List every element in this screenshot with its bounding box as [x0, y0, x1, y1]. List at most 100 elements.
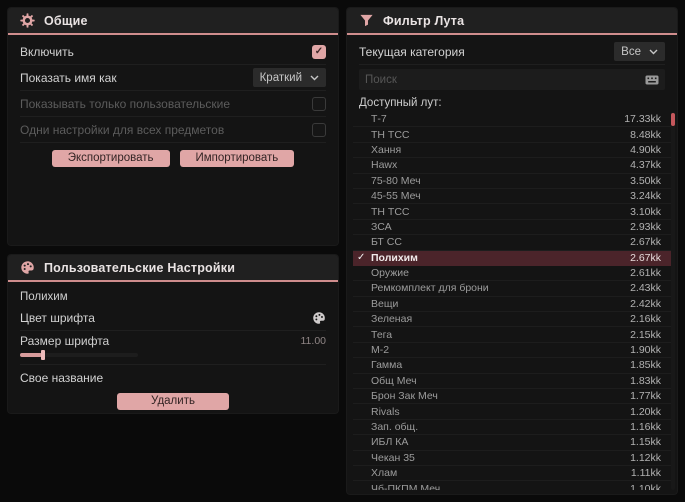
loot-item-value: 2.67kk	[630, 236, 661, 249]
custom-name-input[interactable]	[113, 368, 326, 388]
category-dropdown[interactable]: Все	[614, 42, 665, 61]
loot-row[interactable]: Т-7 17.33kk	[353, 112, 675, 128]
loot-item-name: Оружие	[371, 267, 409, 280]
loot-item-name: ЗСА	[371, 220, 392, 233]
panel-user-settings: Пользовательские Настройки Полихим Цвет …	[8, 255, 338, 413]
loot-item-value: 1.90kk	[630, 344, 661, 357]
panel-loot-filter-header: Фильтр Лута	[347, 8, 677, 35]
loot-row[interactable]: Чб-ПКПМ Меч 1.10kk	[353, 481, 675, 490]
loot-row[interactable]: ТН ТСС 8.48kk	[353, 127, 675, 143]
panel-user-settings-title: Пользовательские Настройки	[44, 260, 236, 275]
font-size-block: Размер шрифта 11.00	[20, 331, 326, 365]
loot-row[interactable]: Зап. общ. 1.16kk	[353, 420, 675, 436]
loot-item-value: 1.20kk	[630, 405, 661, 418]
loot-row[interactable]: Оружие 2.61kk	[353, 266, 675, 282]
chevron-down-icon	[649, 49, 658, 55]
font-color-label: Цвет шрифта	[20, 310, 95, 325]
loot-row[interactable]: Гамма 1.85kk	[353, 358, 675, 374]
loot-item-name: М-2	[371, 344, 390, 357]
row-only-custom: Показывать только пользовательские	[20, 91, 326, 117]
loot-row[interactable]: Вещи 2.42kk	[353, 297, 675, 313]
right-column: Фильтр Лута Текущая категория Все Поиск …	[347, 8, 677, 494]
loot-row[interactable]: Зеленая 2.16kk	[353, 312, 675, 328]
same-for-all-label: Одни настройки для всех предметов	[20, 122, 225, 137]
loot-item-value: 1.77kk	[630, 390, 661, 403]
loot-row[interactable]: Rivals 1.20kk	[353, 404, 675, 420]
panel-general-title: Общие	[44, 13, 88, 28]
loot-row[interactable]: 75-80 Меч 3.50kk	[353, 174, 675, 189]
loot-row[interactable]: Хлам 1.11kk	[353, 466, 675, 482]
loot-row[interactable]: М-2 1.90kk	[353, 343, 675, 359]
scrollbar-thumb[interactable]	[671, 113, 675, 126]
only-custom-checkbox	[312, 96, 326, 111]
same-for-all-checkbox	[312, 122, 326, 137]
loot-row[interactable]: ИБЛ КА 1.15kk	[353, 435, 675, 451]
loot-item-value: 1.16kk	[630, 421, 661, 433]
loot-item-name: Вещи	[371, 297, 399, 310]
loot-item-value: 1.83kk	[630, 374, 661, 387]
row-font-color: Цвет шрифта	[20, 305, 326, 331]
name-display-dropdown[interactable]: Краткий	[252, 68, 326, 87]
loot-row[interactable]: ТН ТСС 3.10kk	[353, 204, 675, 220]
font-size-value: 11.00	[300, 335, 327, 347]
loot-item-name: ТН ТСС	[371, 205, 410, 218]
scrollbar-track[interactable]	[671, 112, 675, 490]
loot-item-value: 4.37kk	[630, 159, 661, 172]
font-size-slider[interactable]	[20, 350, 138, 360]
loot-item-value: 2.61kk	[630, 267, 661, 280]
loot-item-name: Rivals	[371, 405, 400, 418]
row-name-display: Показать имя как Краткий	[20, 65, 326, 91]
loot-item-name: Т-7	[371, 113, 387, 126]
search-input[interactable]	[365, 73, 645, 86]
left-column: Общие Включить Показать имя как Краткий …	[8, 8, 338, 494]
category-label: Текущая категория	[359, 44, 465, 59]
loot-row[interactable]: Брон Зак Меч 1.77kk	[353, 389, 675, 405]
loot-item-name: Полихим	[371, 251, 418, 264]
loot-row[interactable]: БТ СС 2.67kk	[353, 235, 675, 251]
loot-item-name: Хлам	[371, 467, 398, 480]
only-custom-label: Показывать только пользовательские	[20, 96, 230, 111]
loot-item-value: 2.15kk	[630, 328, 661, 341]
loot-item-name: ТН ТСС	[371, 128, 410, 141]
loot-row[interactable]: Hawx 4.37kk	[353, 158, 675, 174]
loot-item-value: 1.15kk	[630, 436, 661, 449]
loot-row[interactable]: Общ Меч 1.83kk	[353, 374, 675, 390]
loot-item-value: 2.93kk	[630, 220, 661, 233]
loot-item-name: Чекан 35	[371, 451, 415, 464]
loot-item-name: Чб-ПКПМ Меч	[371, 482, 441, 490]
delete-button[interactable]: Удалить	[117, 393, 229, 410]
panel-user-settings-header: Пользовательские Настройки	[8, 255, 338, 282]
export-button[interactable]: Экспортировать	[51, 150, 170, 167]
loot-item-name: Хання	[371, 143, 402, 156]
loot-item-name: Тега	[371, 328, 393, 341]
loot-item-name: 75-80 Меч	[371, 174, 421, 187]
name-display-label: Показать имя как	[20, 70, 117, 85]
loot-item-value: 1.12kk	[630, 451, 661, 464]
enable-checkbox[interactable]	[312, 44, 326, 59]
export-import-buttons: Экспортировать Импортировать	[8, 150, 338, 167]
loot-item-value: 2.43kk	[630, 282, 661, 295]
row-custom-name: Свое название	[20, 365, 326, 391]
import-button[interactable]: Импортировать	[179, 150, 295, 167]
slider-handle[interactable]	[41, 350, 45, 360]
loot-item-value: 2.42kk	[630, 297, 661, 310]
slider-fill	[20, 353, 42, 357]
gear-icon	[20, 13, 35, 28]
loot-item-value: 17.33kk	[624, 113, 661, 126]
loot-row[interactable]: ✓ Полихим 2.67kk	[353, 250, 675, 266]
delete-button-row: Удалить	[8, 393, 338, 410]
loot-item-name: 45-55 Меч	[371, 190, 421, 203]
loot-row[interactable]: ЗСА 2.93kk	[353, 220, 675, 236]
loot-item-value: 4.90kk	[630, 143, 661, 156]
loot-row[interactable]: 45-55 Меч 3.24kk	[353, 189, 675, 205]
keyboard-icon[interactable]	[645, 75, 659, 85]
row-same-for-all: Одни настройки для всех предметов	[20, 117, 326, 143]
loot-row[interactable]: Ремкомплект для брони 2.43kk	[353, 281, 675, 297]
palette-icon[interactable]	[312, 311, 326, 325]
row-category: Текущая категория Все	[359, 39, 665, 65]
loot-row[interactable]: Тега 2.15kk	[353, 327, 675, 343]
check-icon: ✓	[357, 252, 366, 264]
loot-row[interactable]: Хання 4.90kk	[353, 143, 675, 159]
loot-row[interactable]: Чекан 35 1.12kk	[353, 451, 675, 466]
row-enable: Включить	[20, 39, 326, 65]
